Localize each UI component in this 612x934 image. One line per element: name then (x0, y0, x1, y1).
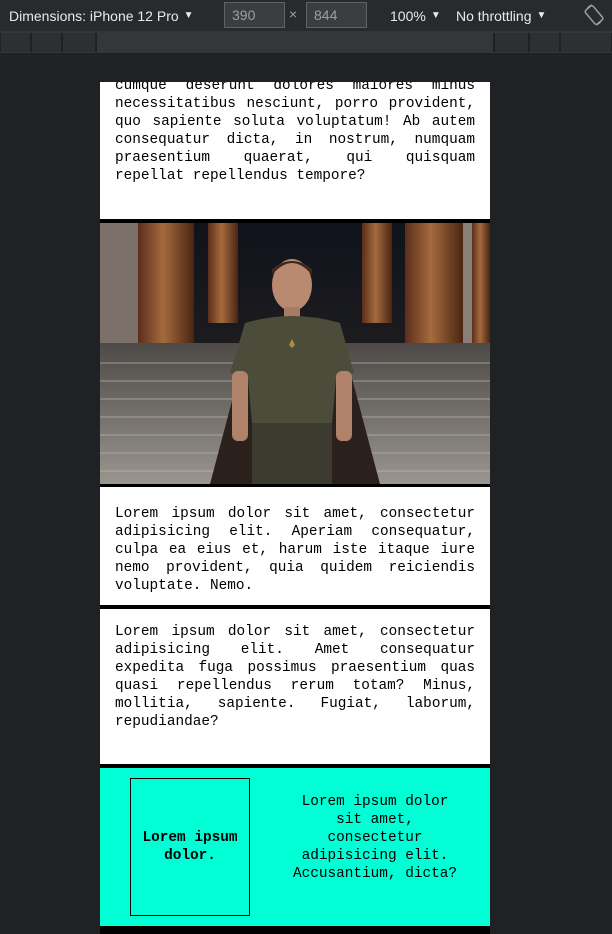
media-query-segment[interactable] (0, 33, 31, 52)
zoom-label: 100% (390, 7, 426, 24)
media-query-segment[interactable] (494, 33, 529, 52)
media-query-segment[interactable] (31, 33, 62, 52)
device-dropdown[interactable]: Dimensions: iPhone 12 Pro ▼ (9, 0, 194, 31)
device-viewport: cumque deserunt dolores maiores minus ne… (100, 82, 490, 934)
zoom-dropdown[interactable]: 100% ▼ (390, 0, 441, 31)
text-card: Lorem ipsum dolor sit amet, consectetur … (100, 487, 490, 605)
card-paragraph: Lorem ipsum dolor sit amet, consectetur … (115, 624, 475, 730)
rotate-icon[interactable] (584, 4, 604, 26)
media-query-segment[interactable] (96, 33, 494, 52)
media-query-bar (0, 31, 612, 54)
card-paragraph: Lorem ipsum dolor sit amet, consectetur … (115, 506, 475, 594)
devtools-device-toolbar: Dimensions: iPhone 12 Pro ▼ 390 × 844 10… (0, 0, 612, 31)
portrait-image (100, 223, 490, 484)
throttling-dropdown[interactable]: No throttling ▼ (456, 0, 546, 31)
chevron-down-icon: ▼ (536, 10, 547, 21)
feature-section: Lorem ipsum dolor. Lorem ipsum dolor sit… (100, 768, 490, 926)
width-input[interactable]: 390 (224, 2, 285, 28)
card-paragraph: cumque deserunt dolores maiores minus ne… (115, 82, 475, 184)
portrait-photo (100, 223, 490, 484)
device-dropdown-label: Dimensions: iPhone 12 Pro (9, 7, 179, 24)
feature-box-text: Lorem ipsum dolor. (142, 830, 238, 864)
text-card: cumque deserunt dolores maiores minus ne… (100, 82, 490, 219)
text-card: Lorem ipsum dolor sit amet, consectetur … (100, 609, 490, 764)
feature-box: Lorem ipsum dolor. (130, 778, 250, 916)
media-query-segment[interactable] (560, 33, 612, 52)
chevron-down-icon: ▼ (430, 10, 441, 21)
times-separator: × (289, 6, 298, 22)
height-input[interactable]: 844 (306, 2, 367, 28)
chevron-down-icon: ▼ (183, 10, 194, 21)
feature-text: Lorem ipsum dolor sit amet, consectetur … (292, 794, 458, 882)
media-query-segment[interactable] (62, 33, 96, 52)
media-query-segment[interactable] (529, 33, 560, 52)
throttling-label: No throttling (456, 7, 532, 24)
